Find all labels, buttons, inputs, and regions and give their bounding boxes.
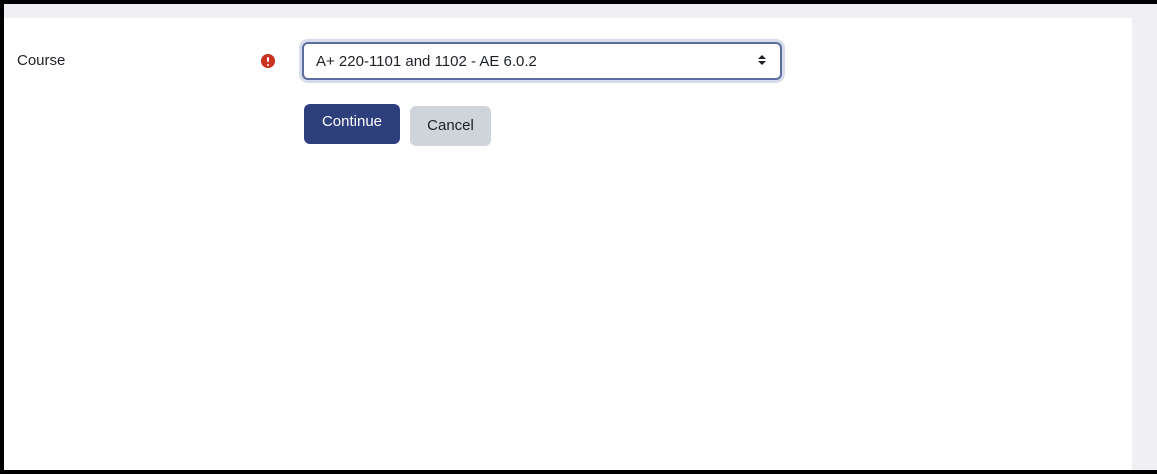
course-row: Course A+ 220-1101 and 1102 - AE 6.0.2 [4, 42, 1132, 82]
course-label: Course [17, 52, 66, 69]
exclamation-circle-icon [261, 54, 275, 68]
exclamation-dot [267, 63, 269, 66]
form-panel: Course A+ 220-1101 and 1102 - AE 6.0.2 C… [4, 18, 1132, 470]
course-select-value: A+ 220-1101 and 1102 - AE 6.0.2 [316, 53, 537, 70]
exclamation-bar [267, 57, 269, 62]
cancel-button[interactable]: Cancel [410, 106, 491, 146]
sort-caret-icon [758, 55, 766, 67]
course-select[interactable]: A+ 220-1101 and 1102 - AE 6.0.2 [302, 42, 782, 80]
caret-down [758, 61, 766, 65]
continue-button[interactable]: Continue [304, 104, 400, 144]
page-frame: Course A+ 220-1101 and 1102 - AE 6.0.2 C… [4, 4, 1157, 470]
caret-up [758, 55, 766, 59]
